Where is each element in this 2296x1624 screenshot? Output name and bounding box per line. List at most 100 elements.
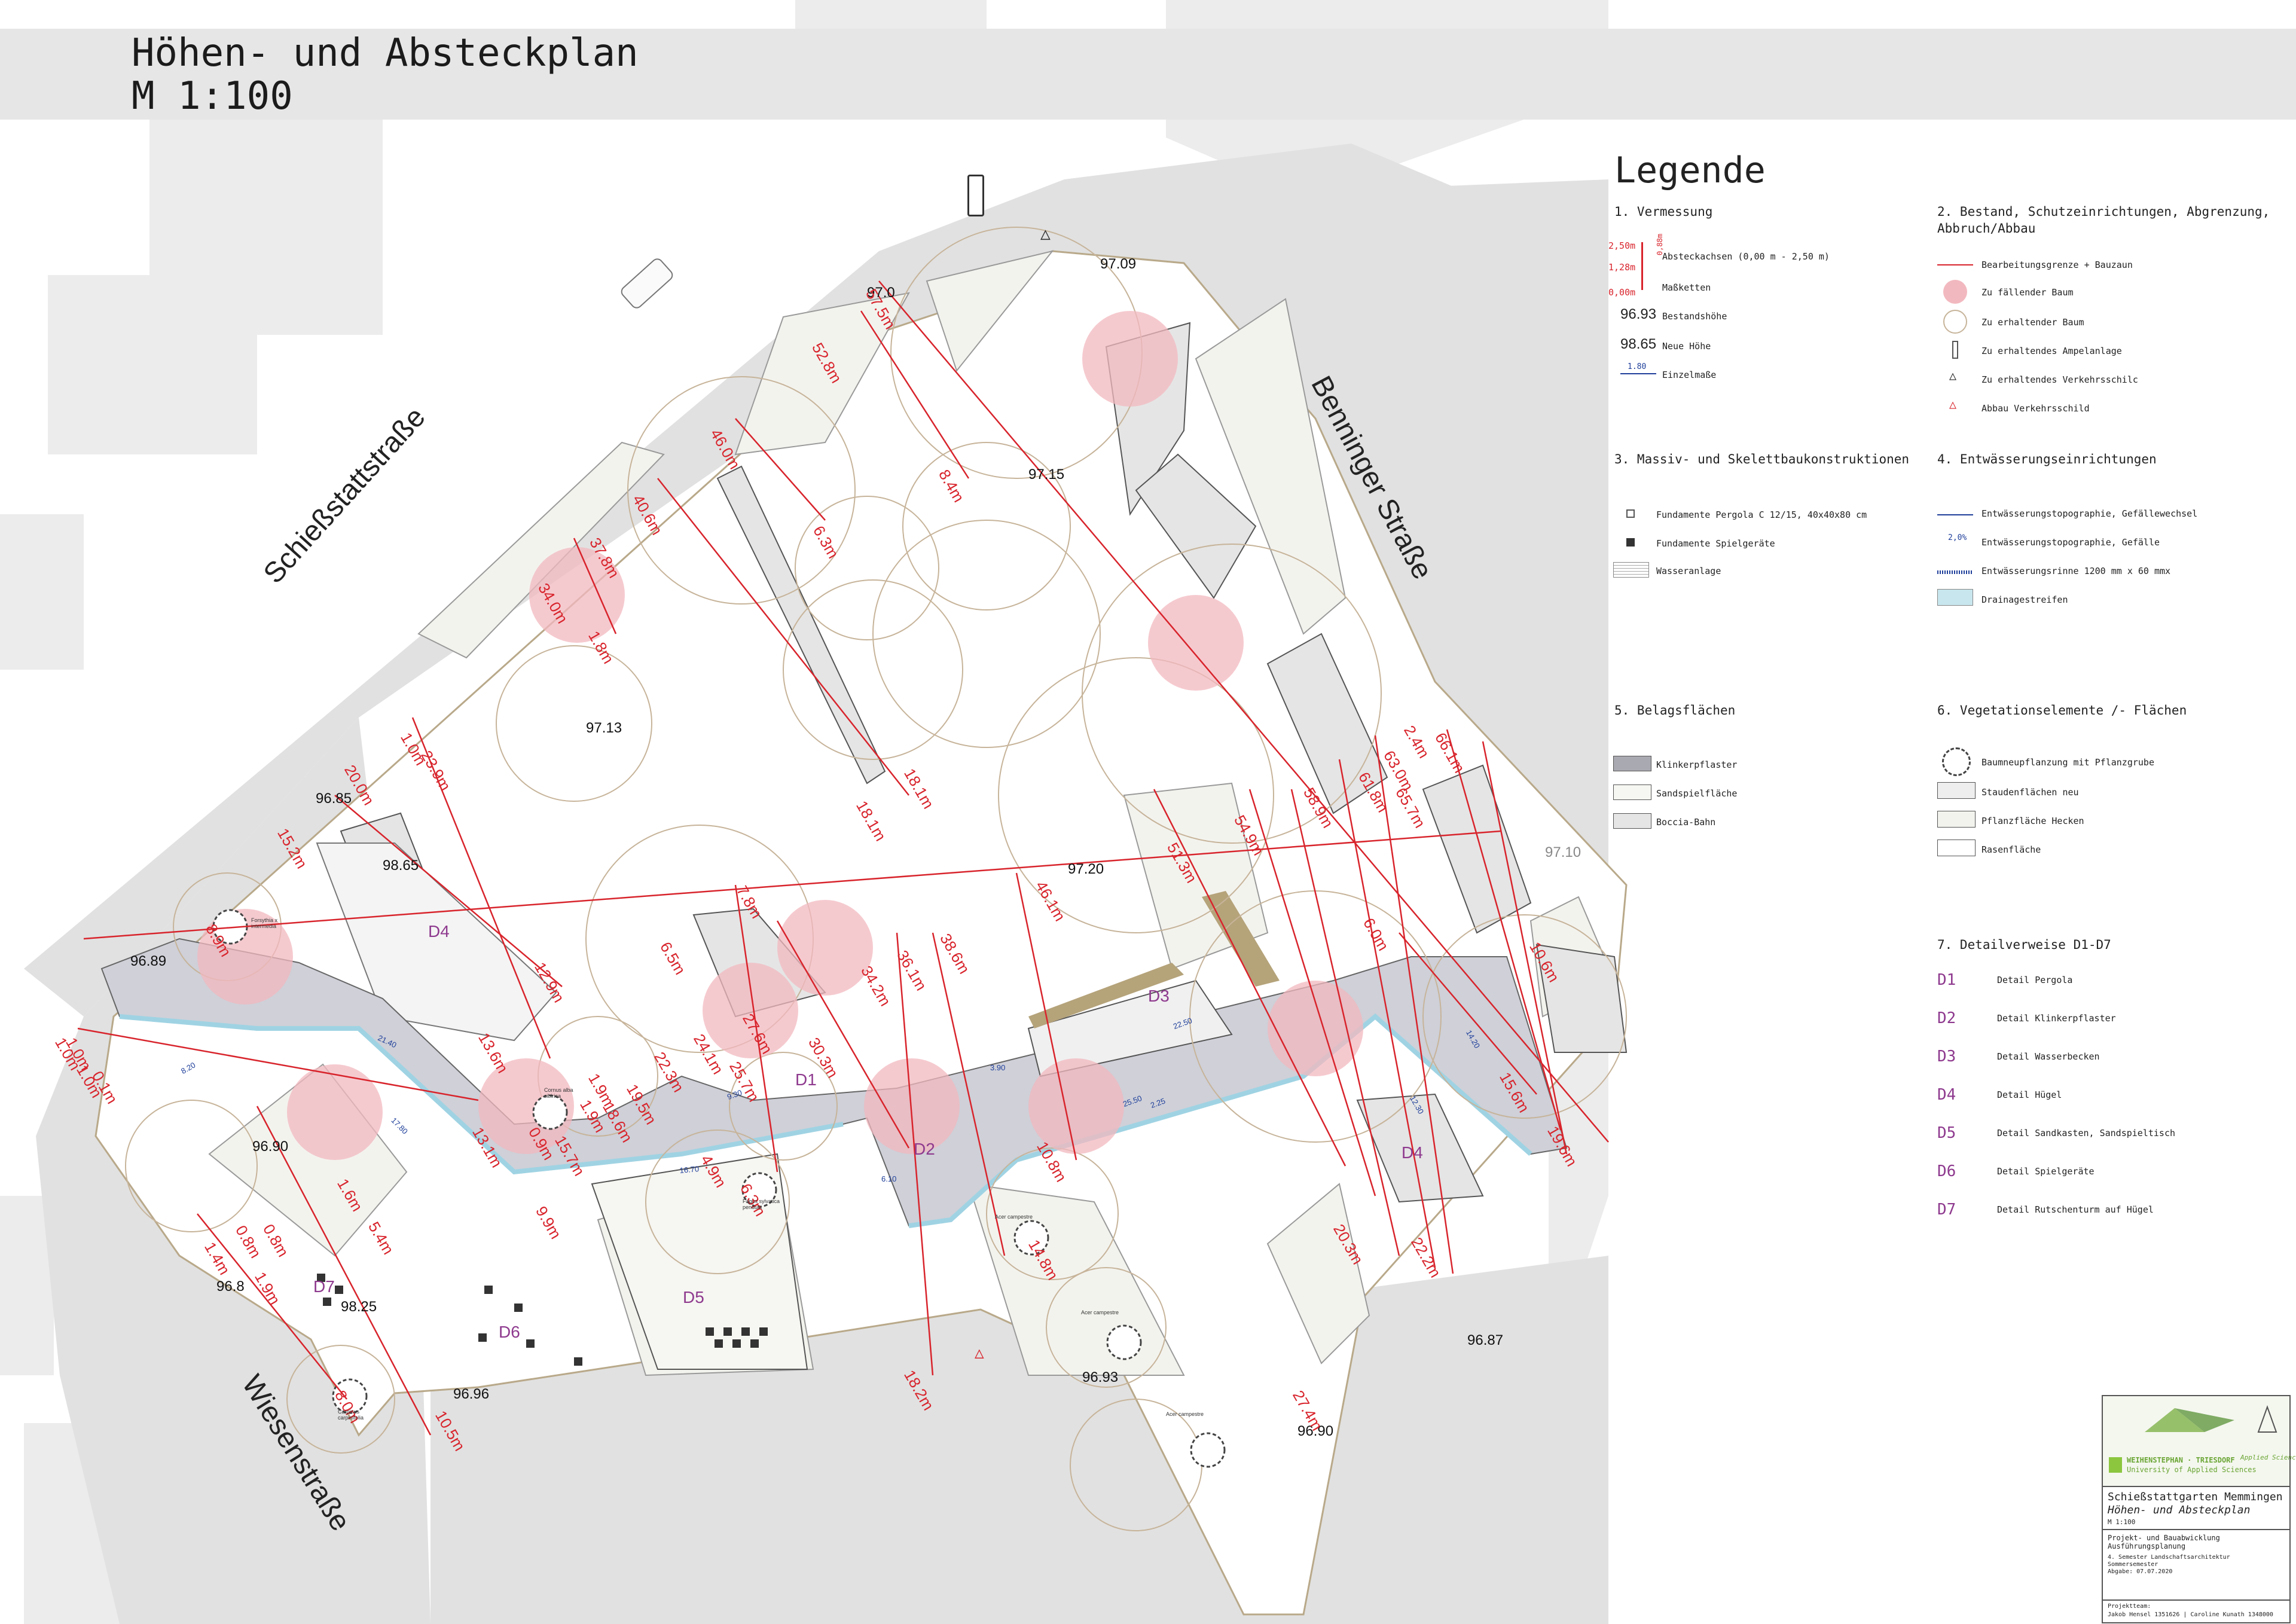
dimension-label: 66.1m <box>1431 729 1469 776</box>
dimension-label: 9.9m <box>532 1203 565 1243</box>
dimension-label: 34.0m <box>535 580 572 627</box>
dimension-label: 0.8m <box>232 1222 265 1262</box>
dimension-label: 15.2m <box>274 825 312 872</box>
legend-item: Maßketten <box>1662 282 1711 293</box>
dimension-label: 54.9m <box>1231 812 1268 859</box>
dimension-label: 2.4m <box>1400 722 1433 762</box>
dimension-label: 23.9m <box>417 747 455 794</box>
legend-item: Fundamente Spielgeräte <box>1656 538 1775 549</box>
tb-divider <box>2103 1599 2289 1601</box>
dimension-label: 46.0m <box>707 426 744 472</box>
elevation-label: 97.15 <box>1028 466 1065 483</box>
dimension-label: 6.5m <box>657 939 689 978</box>
dimension-label: 40.6m <box>629 492 667 538</box>
drain-strip-swatch <box>1937 589 1973 606</box>
dimension-label: 12.9m <box>531 959 569 1006</box>
detail-label: Detail Hügel <box>1997 1089 2062 1100</box>
dimension-label: 14.8m <box>1025 1237 1062 1283</box>
legend-item: Rasenfläche <box>1981 844 2041 855</box>
elevation-label: 96.85 <box>316 790 352 807</box>
dimension-label: 15.7m <box>551 1132 589 1179</box>
legend-item: Zu erhaltendes Ampelanlage <box>1981 346 2122 356</box>
tb-divider <box>2103 1529 2289 1530</box>
legend-item: Fundamente Pergola C 12/15, 40x40x80 cm <box>1656 509 1867 520</box>
dimension-label: 19.6m <box>1544 1123 1581 1170</box>
segment-measure: 14.20 <box>1464 1028 1482 1050</box>
detail-marker: D3 <box>1148 987 1170 1005</box>
tree-name: Cornus alba sibirica <box>544 1087 573 1099</box>
legend-item: Bestandshöhe <box>1662 311 1727 322</box>
submission-date: Abgabe: 07.07.2020 <box>2108 1568 2173 1575</box>
tree-name: Acer campestre <box>1166 1411 1204 1417</box>
legend-item: Entwässerungstopographie, Gefällewechsel <box>1981 508 2198 519</box>
dimension-label: 18.2m <box>900 1367 938 1414</box>
header-band: Höhen- und Absteckplan M 1:100 <box>0 29 2296 120</box>
detail-label: Detail Klinkerpflaster <box>1997 1013 2116 1024</box>
existing-tree-icon <box>1943 310 1967 334</box>
legend-s7-heading: 7. Detailverweise D1-D7 <box>1937 938 2111 952</box>
pergola-foundation-icon <box>1626 509 1635 518</box>
segment-measure: 17.80 <box>389 1116 410 1136</box>
legend-item: Abbau Verkehrsschild <box>1981 403 2090 414</box>
lawn-swatch <box>1937 840 1976 856</box>
detail-marker: D6 <box>499 1323 520 1341</box>
dimension-label: 1.4m <box>201 1239 234 1278</box>
traffic-light-icon <box>1952 341 1958 359</box>
sign-removal-icon: △ <box>1949 397 1957 411</box>
title-block: WEIHENSTEPHAN · TRIESDORF University of … <box>2102 1395 2296 1623</box>
legend-item: Baumneupflanzung mit Pflanzgrube <box>1981 757 2154 768</box>
legend-s1-heading: 1. Vermessung <box>1614 204 1713 219</box>
detail-code: D6 <box>1937 1162 1956 1180</box>
hedge-swatch <box>1937 811 1976 828</box>
elevation-label: 98.25 <box>341 1299 377 1315</box>
plan-scale: M 1:100 <box>2108 1518 2136 1526</box>
detail-code: D2 <box>1937 1009 1956 1027</box>
legend-sample-existing: 96.93 <box>1620 306 1657 322</box>
dimension-label: 58.9m <box>1300 784 1338 831</box>
legend-sample-dim: 1.80 <box>1628 362 1647 371</box>
drain-topo-swatch <box>1937 514 1973 515</box>
legend-item: Pflanzfläche Hecken <box>1981 816 2084 826</box>
legend-item: Neue Höhe <box>1662 341 1711 352</box>
detail-marker: D5 <box>683 1288 704 1306</box>
dimension-label: 15.6m <box>1496 1069 1534 1116</box>
dimension-label: 7.8m <box>733 883 766 922</box>
institution-name: WEIHENSTEPHAN · TRIESDORF <box>2127 1456 2235 1464</box>
detail-code: D3 <box>1937 1048 1956 1066</box>
legend-sample-new: 98.65 <box>1620 336 1657 352</box>
car-icon <box>618 256 676 311</box>
legend-axis-val: 2,50m <box>1608 240 1636 251</box>
legend-slope: 2,0% <box>1948 533 1967 542</box>
dimension-label: 37.8m <box>586 535 624 581</box>
legend-boundary-swatch <box>1937 264 1973 265</box>
dimension-label: 38.6m <box>936 930 974 977</box>
segment-measure: 12.30 <box>1408 1094 1426 1116</box>
dimension-label: 18.1m <box>853 798 890 844</box>
detail-marker: D7 <box>313 1277 335 1296</box>
legend-item: Entwässerungsrinne 1200 mm x 60 mmx <box>1981 566 2171 576</box>
dimension-label: 52.8m <box>808 340 846 386</box>
dimension-label: 18.1m <box>900 765 938 812</box>
dimension-label: 65.7m <box>1392 784 1430 831</box>
legend-axis-val: 1,28m <box>1608 262 1636 273</box>
plan-subtitle: Höhen- und Absteckplan <box>2108 1504 2251 1516</box>
perennial-swatch <box>1937 782 1976 799</box>
elevation-label: 97.10 <box>1545 844 1581 860</box>
legend-item: Boccia-Bahn <box>1656 817 1716 828</box>
page-title: Höhen- und Absteckplan <box>132 31 639 75</box>
legend-item: Wasseranlage <box>1656 566 1721 576</box>
dimension-label: 6.3m <box>810 523 842 562</box>
segment-measure: 25.50 <box>1122 1093 1143 1109</box>
tree-name: Acer campestre <box>995 1214 1033 1220</box>
detail-code: D7 <box>1937 1201 1956 1219</box>
legend-s4-heading: 4. Entwässerungseinrichtungen <box>1937 452 2157 466</box>
legend-item: Entwässerungstopographie, Gefälle <box>1981 537 2160 548</box>
legend-item: Zu fällender Baum <box>1981 287 2074 298</box>
project-name: Schießstattgarten Memmingen <box>2108 1491 2283 1503</box>
elevation-label: 97.09 <box>1100 256 1137 272</box>
segment-measure: 16.70 <box>679 1164 700 1175</box>
dimension-label: 6.0m <box>1360 915 1393 954</box>
semester: 4. Semester Landschaftsarchitektur <box>2108 1554 2230 1561</box>
legend-item: Zu erhaltendes Verkehrsschilc <box>1981 374 2138 385</box>
legend-item: Staudenflächen neu <box>1981 787 2079 798</box>
